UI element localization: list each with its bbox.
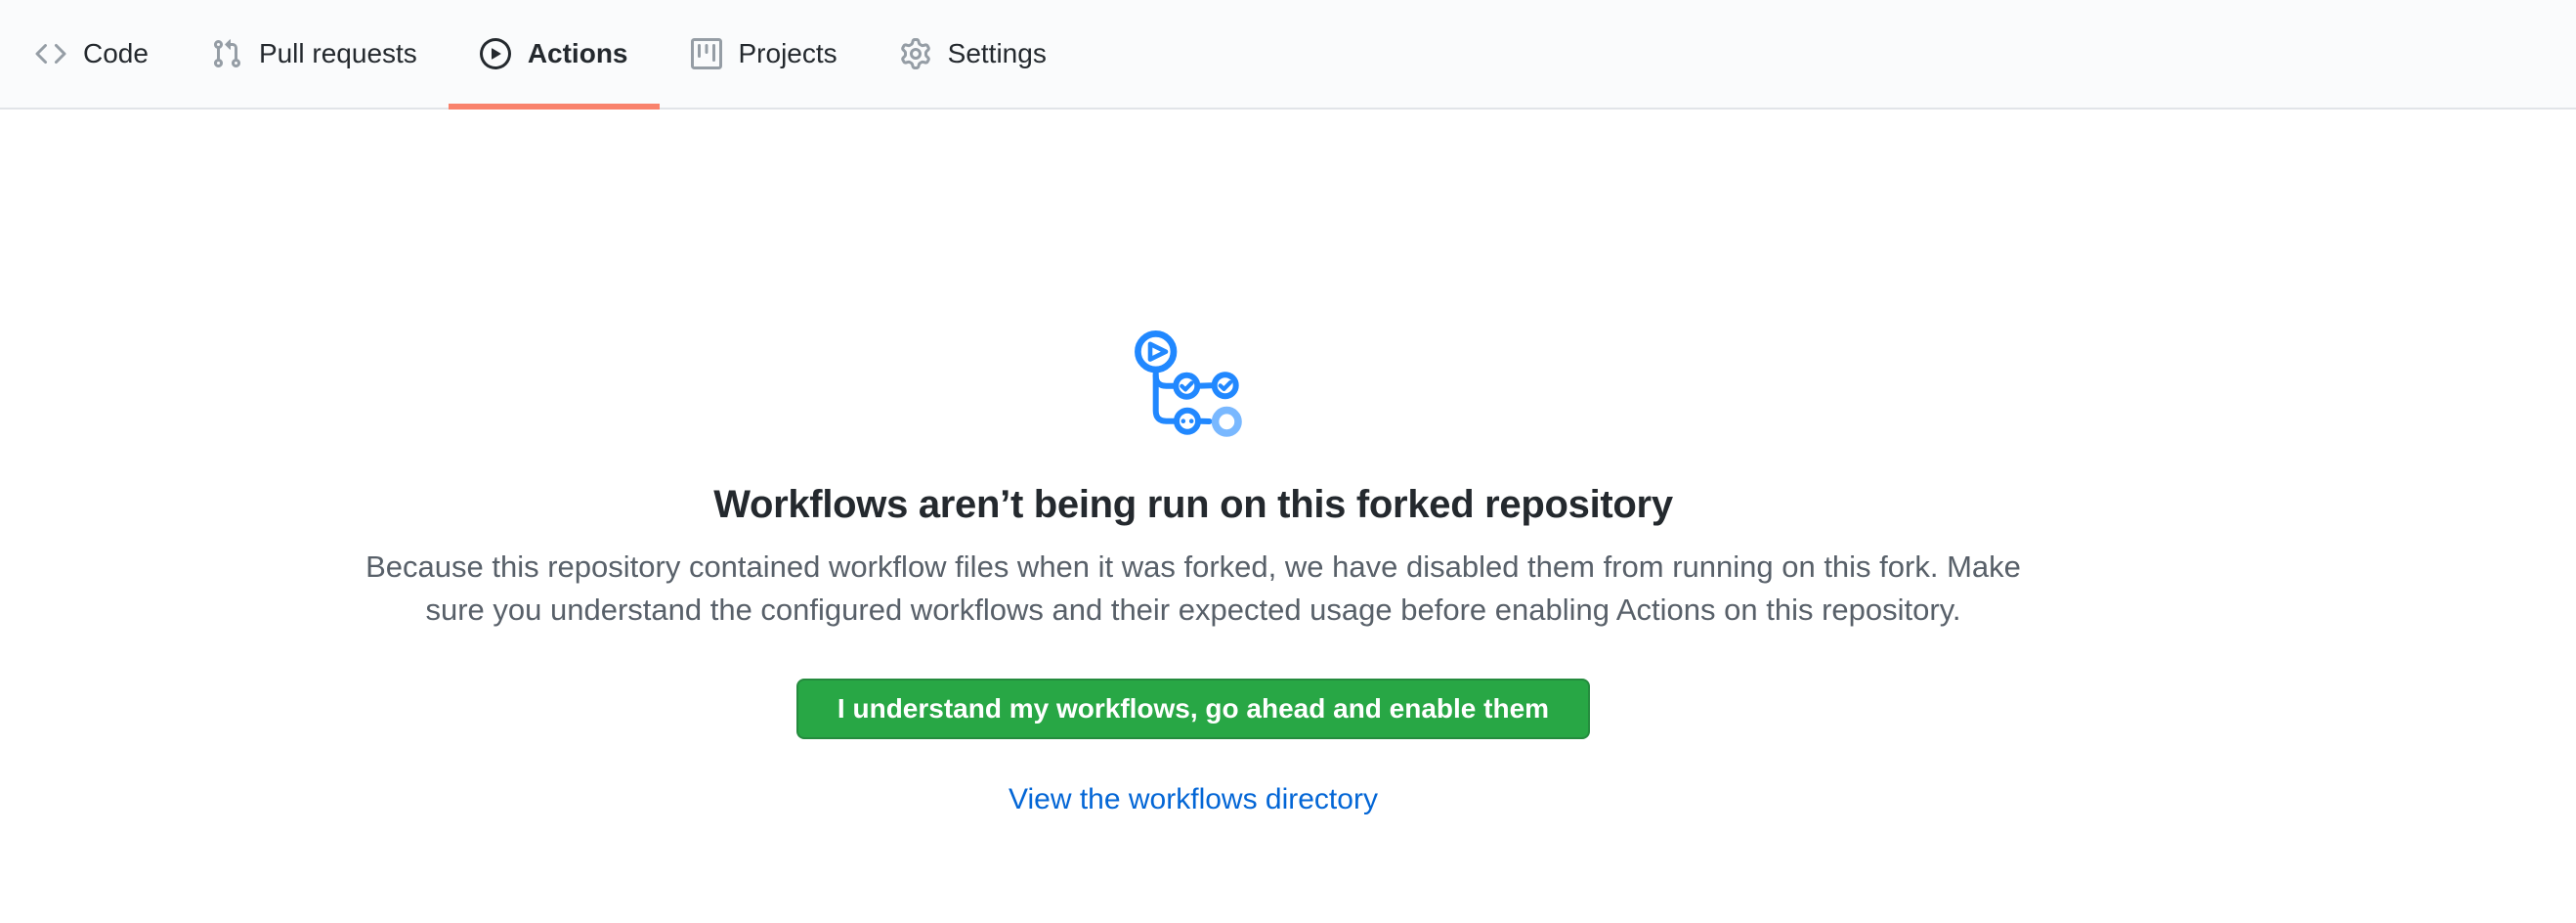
tab-projects[interactable]: Projects [660, 0, 869, 108]
tab-code[interactable]: Code [4, 0, 180, 108]
tab-code-label: Code [83, 40, 149, 67]
description-line-2: sure you understand the configured workf… [425, 593, 1960, 627]
code-icon [35, 38, 66, 69]
enable-workflows-button[interactable]: I understand my workflows, go ahead and … [796, 679, 1590, 739]
description-line-1: Because this repository contained workfl… [365, 549, 2021, 584]
tab-projects-label: Projects [739, 40, 837, 67]
gear-icon [900, 38, 931, 69]
tab-pull-requests-label: Pull requests [259, 40, 417, 67]
tab-actions[interactable]: Actions [449, 0, 660, 108]
view-workflows-directory-link[interactable]: View the workflows directory [1009, 782, 1378, 817]
blankslate-heading: Workflows aren’t being run on this forke… [713, 481, 1673, 528]
play-icon [480, 38, 511, 69]
blankslate-description: Because this repository contained workfl… [365, 546, 2021, 632]
actions-disabled-blankslate: Workflows aren’t being run on this forke… [0, 110, 2481, 817]
tab-settings-label: Settings [948, 40, 1047, 67]
git-pull-request-icon [211, 38, 242, 69]
project-icon [691, 38, 722, 69]
tab-actions-label: Actions [528, 40, 628, 67]
repo-tab-nav: Code Pull requests Actions Projects Sett… [0, 0, 2576, 110]
tab-settings[interactable]: Settings [869, 0, 1078, 108]
tab-pull-requests[interactable]: Pull requests [180, 0, 449, 108]
main-content: Workflows aren’t being run on this forke… [0, 110, 2576, 817]
workflow-graph-icon [1125, 321, 1262, 448]
